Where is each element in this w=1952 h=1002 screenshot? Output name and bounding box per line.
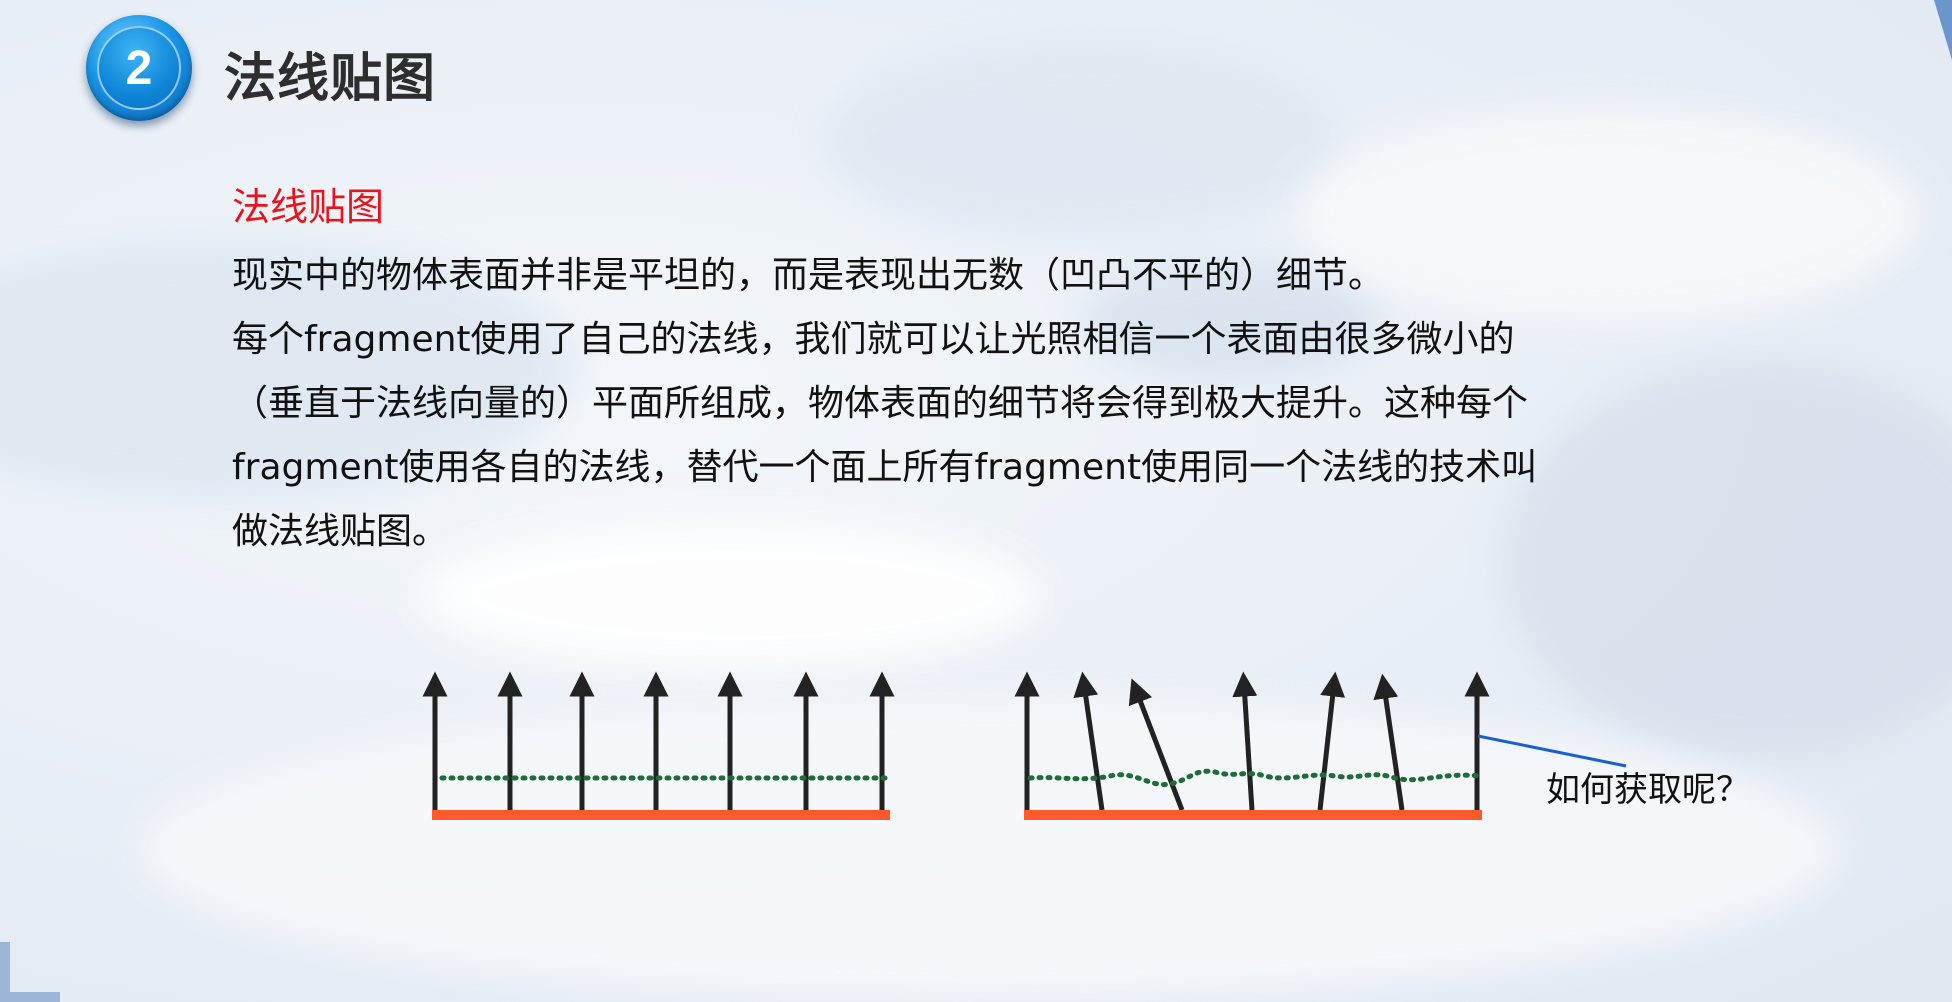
normal-arrow	[1232, 671, 1258, 811]
flat-surface-bar	[432, 810, 890, 820]
normal-map-diagram	[422, 671, 1627, 820]
uniform-normals	[422, 671, 895, 810]
flat-surface-diagram	[422, 671, 895, 820]
callout-question: 如何获取呢？	[1546, 770, 1750, 810]
normal-arrow	[1128, 678, 1185, 811]
bumpy-surface-bar	[1024, 810, 1482, 820]
varied-normals	[1014, 671, 1490, 811]
bumpy-surface-diagram	[1014, 671, 1627, 820]
normal-arrow	[1373, 673, 1405, 811]
normal-arrow	[1073, 671, 1105, 811]
normal-arrow	[1317, 671, 1346, 811]
